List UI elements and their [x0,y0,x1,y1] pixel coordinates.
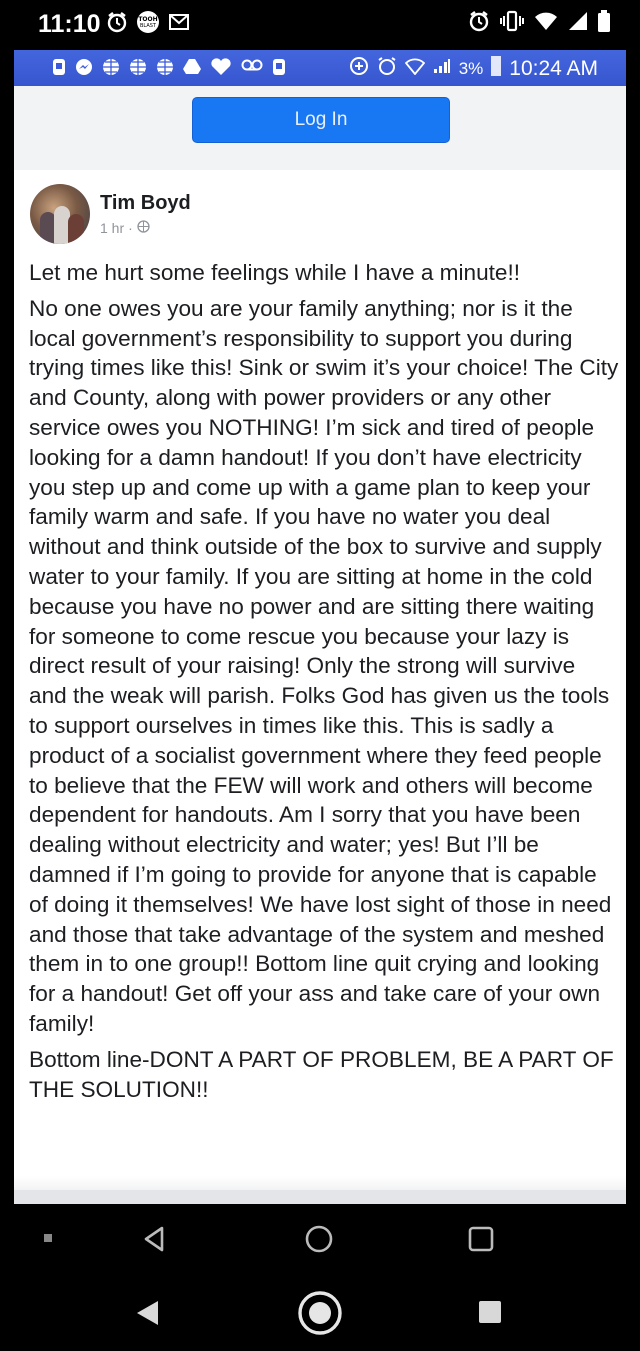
add-circle-icon [349,56,369,81]
login-bar: Log In [14,86,626,170]
notification-icon [52,58,66,80]
post-paragraph: Let me hurt some feelings while I have a… [29,260,521,285]
alarm-icon [468,10,490,32]
post-paragraph: No one owes you are your family anything… [29,295,619,1036]
inner-navigation-bar [0,1204,640,1276]
signal-icon [433,58,451,79]
inner-status-bar: 3% 10:24 AM [14,50,626,86]
status-time: 11:10 [38,10,101,38]
home-icon[interactable] [297,1290,343,1336]
globe-icon [102,58,120,80]
globe-icon [137,220,150,236]
globe-icon [156,58,174,80]
svg-text:BLAST: BLAST [140,23,157,29]
menu-dot-icon [44,1234,52,1242]
gmail-icon [168,13,190,31]
home-icon[interactable] [304,1224,334,1254]
outer-status-bar: 11:10 TOOH BLAST [0,0,640,50]
post-body: Let me hurt some feelings while I have a… [29,258,619,1110]
post-paragraph: Bottom line-DONT A PART OF PROBLEM, BE A… [29,1046,614,1102]
signal-icon [568,11,588,31]
wifi-icon [404,57,425,80]
feed-divider [14,1190,626,1204]
alarm-icon [377,56,397,81]
vibrate-icon [500,10,524,32]
post-author[interactable]: Tim Boyd [100,192,191,215]
battery-icon [598,10,610,32]
app-badge-icon: TOOH BLAST [136,10,160,34]
inner-status-time: 10:24 AM [509,56,598,80]
outer-navigation-bar [0,1276,640,1351]
alarm-icon [106,11,128,33]
svg-text:TOOH: TOOH [138,16,157,23]
log-in-button[interactable]: Log In [192,97,450,143]
recents-icon[interactable] [466,1224,496,1254]
wifi-icon [534,11,558,31]
battery-icon [491,56,502,81]
voicemail-icon [241,58,263,80]
post-timestamp[interactable]: 1 hr [100,220,124,236]
meta-separator: · [128,220,133,236]
iheart-icon [210,58,232,80]
back-icon[interactable] [134,1298,162,1328]
globe-icon [129,58,147,80]
facebook-post: Tim Boyd 1 hr · Let me hurt some feeling… [14,170,626,1176]
back-icon[interactable] [140,1224,170,1254]
avatar[interactable] [30,184,90,244]
battery-percent: 3% [458,58,484,78]
recents-icon[interactable] [478,1300,502,1324]
messenger-icon [75,58,93,80]
post-meta: 1 hr · [100,220,150,236]
drive-icon [183,58,201,80]
notification-icon [272,58,286,80]
